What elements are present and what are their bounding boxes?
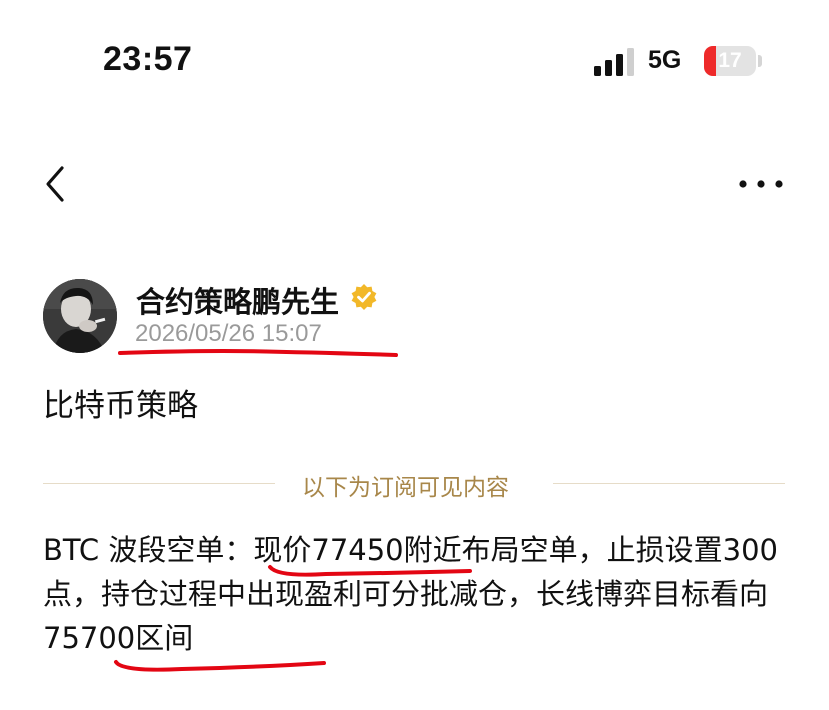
post-content: BTC 波段空单：现价77450附近布局空单，止损设置300点，持仓过程中出现盈… bbox=[43, 533, 778, 655]
verified-badge-icon bbox=[351, 284, 377, 310]
avatar-photo bbox=[43, 279, 117, 353]
battery-cap bbox=[758, 55, 762, 67]
post-detail-screen: 23:57 5G 17 合约策略鹏先生 2026/05/26 15:07 比特币… bbox=[0, 0, 829, 710]
signal-bars-icon bbox=[594, 48, 634, 76]
post-date: 2026/05/26 15:07 bbox=[135, 320, 322, 347]
more-horizontal-icon bbox=[739, 180, 783, 188]
more-options-button[interactable] bbox=[738, 176, 784, 192]
battery-icon: 17 bbox=[704, 46, 756, 76]
battery-level: 17 bbox=[718, 49, 742, 72]
divider-line-left bbox=[43, 483, 275, 484]
divider-line-right bbox=[553, 483, 785, 484]
post-title: 比特币策略 bbox=[43, 388, 198, 424]
author-avatar[interactable] bbox=[43, 279, 117, 353]
status-time: 23:57 bbox=[103, 40, 193, 78]
subscriber-divider-text: 以下为订阅可见内容 bbox=[302, 475, 509, 501]
back-button[interactable] bbox=[40, 164, 72, 204]
date-underline-annotation bbox=[118, 349, 398, 357]
chevron-left-icon bbox=[46, 166, 64, 202]
author-name[interactable]: 合约策略鹏先生 bbox=[136, 279, 339, 321]
network-type: 5G bbox=[648, 46, 682, 74]
